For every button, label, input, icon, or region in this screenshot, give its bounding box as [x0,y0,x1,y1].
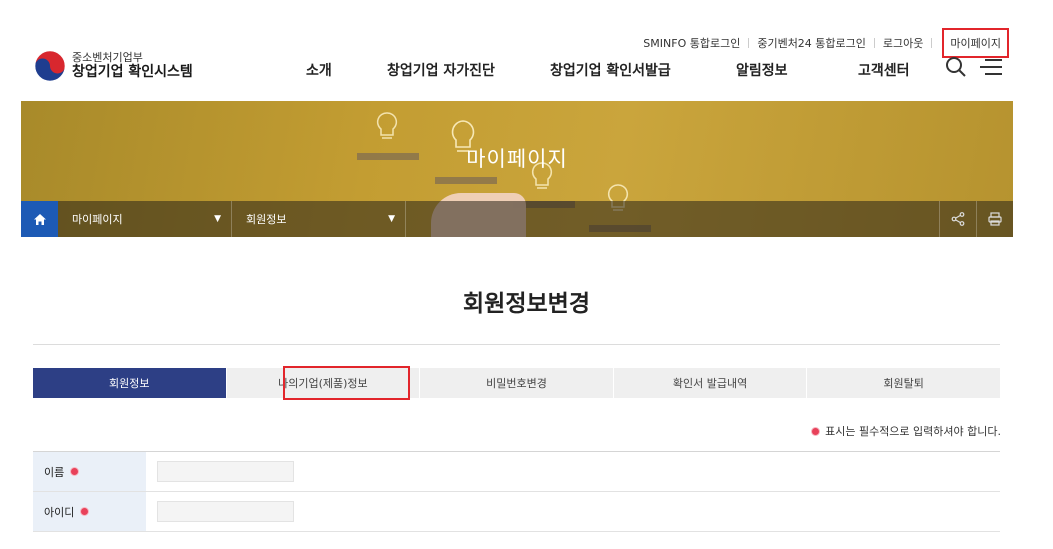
tab-company-info[interactable]: 나의기업(제품)정보 [227,366,421,400]
tab-label: 확인서 발급내역 [672,377,748,390]
sub-visual-banner: 마이페이지 마이페이지 ▼ 회원정보 ▼ [21,101,1013,237]
tab-change-password[interactable]: 비밀번호변경 [420,368,614,398]
location-dropdown-depth2[interactable]: 회원정보 ▼ [232,201,406,237]
tab-withdraw[interactable]: 회원탈퇴 [807,368,1000,398]
form-row-id: 아이디 [33,492,1000,532]
highlight-box [282,366,411,400]
nav-item-self-diagnosis[interactable]: 창업기업 자가진단 [387,60,495,80]
divider [931,38,933,48]
required-dot-icon [812,427,820,435]
main-nav: 소개 창업기업 자가진단 창업기업 확인서발급 알림정보 고객센터 [0,60,1053,82]
print-button[interactable] [976,201,1013,237]
required-note: 표시는 필수적으로 입력하셔야 합니다. [812,423,1001,439]
divider [873,38,875,48]
banner-title: 마이페이지 [466,147,568,171]
sminfo-login-link[interactable]: SMINFO 통합로그인 [643,35,740,51]
tab-member-info[interactable]: 회원정보 [33,368,227,398]
mypage-link[interactable]: 마이페이지 [942,28,1009,58]
search-icon[interactable] [945,56,967,78]
home-icon [33,213,46,225]
step-block [435,177,497,184]
nav-item-intro[interactable]: 소개 [306,60,332,80]
name-field[interactable] [157,461,294,482]
form-row-name: 이름 [33,452,1000,492]
divider [33,344,1000,345]
home-button[interactable] [21,201,58,237]
location-tools [939,201,1013,237]
location-depth1-label: 마이페이지 [72,213,123,226]
member-tabs: 회원정보 나의기업(제품)정보 비밀번호변경 확인서 발급내역 회원탈퇴 [33,366,1000,400]
tab-label: 회원탈퇴 [883,377,924,390]
venture24-login-link[interactable]: 중기벤처24 통합로그인 [757,35,866,51]
location-dropdown-depth1[interactable]: 마이페이지 ▼ [58,201,232,237]
required-dot-icon [71,468,79,475]
id-label: 아이디 [44,505,75,519]
tab-label: 회원정보 [109,377,150,390]
name-label: 이름 [44,465,65,479]
form-label: 이름 [33,452,146,491]
required-dot-icon [81,508,89,515]
logout-link[interactable]: 로그아웃 [883,35,923,51]
caret-down-icon: ▼ [214,214,221,224]
caret-down-icon: ▼ [388,214,395,224]
util-icons [945,56,1003,78]
share-button[interactable] [939,201,976,237]
tab-label: 비밀번호변경 [486,377,547,390]
top-links: SMINFO 통합로그인 중기벤처24 통합로그인 로그아웃 마이페이지 [643,28,1009,58]
id-field[interactable] [157,501,294,522]
form-value [146,492,1000,531]
location-bar: 마이페이지 ▼ 회원정보 ▼ [21,201,1013,237]
form-value [146,452,1000,491]
form-label: 아이디 [33,492,146,531]
nav-item-notice[interactable]: 알림정보 [736,60,788,80]
menu-icon[interactable] [979,57,1003,77]
member-form: 이름 아이디 [33,451,1000,532]
nav-item-support[interactable]: 고객센터 [858,60,910,80]
required-note-text: 표시는 필수적으로 입력하셔야 합니다. [825,425,1001,438]
tab-certificate-history[interactable]: 확인서 발급내역 [614,368,808,398]
print-icon [988,212,1002,226]
divider [748,38,750,48]
page-title: 회원정보변경 [463,291,590,317]
lightbulb-icon [376,112,398,139]
location-depth2-label: 회원정보 [246,213,287,226]
share-icon [951,212,965,226]
nav-item-certificate[interactable]: 창업기업 확인서발급 [550,60,671,80]
